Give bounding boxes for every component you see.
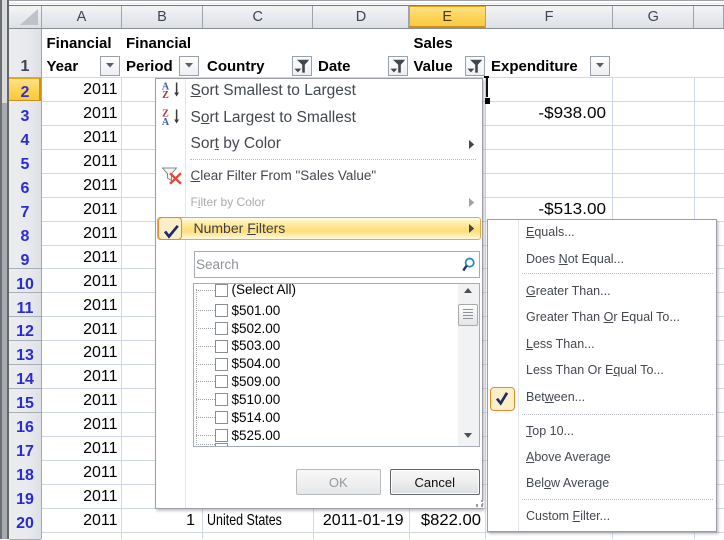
svg-text:Z: Z [162, 90, 169, 100]
svg-text:A: A [162, 117, 170, 127]
